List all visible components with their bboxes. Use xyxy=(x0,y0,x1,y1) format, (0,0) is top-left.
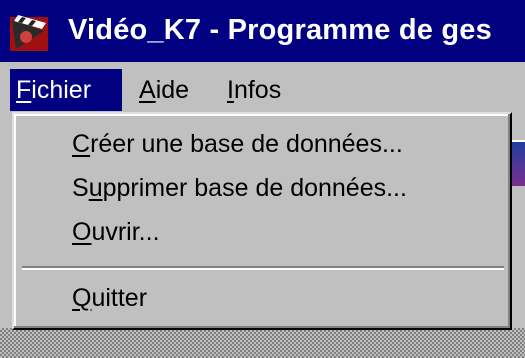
menu-item-quitter-label: uitter xyxy=(91,284,148,312)
menu-item-ouvrir-mnemonic: O xyxy=(72,218,92,246)
menu-item-creer-base[interactable]: Créer une base de données... xyxy=(72,130,403,159)
menu-aide-label: ide xyxy=(155,76,190,104)
fichier-dropdown-menu: Créer une base de données... Supprimer b… xyxy=(12,112,512,330)
menu-item-creer-base-label: réer une base de données... xyxy=(90,130,403,158)
menu-infos-mnemonic: I xyxy=(227,76,234,104)
window-title: Vidéo_K7 - Programme de ges xyxy=(68,14,492,46)
menu-infos-label: nfos xyxy=(233,76,282,104)
menu-fichier-mnemonic: F xyxy=(16,76,32,104)
menu-item-creer-base-mnemonic: C xyxy=(72,130,91,158)
title-bar[interactable]: Vidéo_K7 - Programme de ges xyxy=(0,0,525,62)
status-area-pattern xyxy=(0,328,525,358)
menu-item-supprimer-base-pre: S xyxy=(72,174,89,202)
menu-fichier-label: ichier xyxy=(31,76,92,104)
menu-aide-mnemonic: A xyxy=(139,76,156,104)
menu-item-supprimer-base-label: pprimer base de données... xyxy=(102,174,407,202)
menu-item-ouvrir-label: uvrir... xyxy=(91,218,160,246)
menu-bar: Fichier Aide Infos xyxy=(0,62,525,118)
menu-item-supprimer-base[interactable]: Supprimer base de données... xyxy=(72,174,407,203)
menu-item-quitter-mnemonic: Q xyxy=(72,284,92,312)
menu-fichier[interactable]: Fichier xyxy=(10,69,122,111)
menu-aide[interactable]: Aide xyxy=(133,69,213,111)
menu-item-quitter[interactable]: Quitter xyxy=(72,284,147,313)
film-clapper-icon[interactable] xyxy=(8,11,52,55)
menu-separator xyxy=(22,266,504,270)
menu-item-supprimer-base-mnemonic: u xyxy=(88,174,103,202)
menu-item-ouvrir[interactable]: Ouvrir... xyxy=(72,218,160,247)
menu-infos[interactable]: Infos xyxy=(221,69,301,111)
